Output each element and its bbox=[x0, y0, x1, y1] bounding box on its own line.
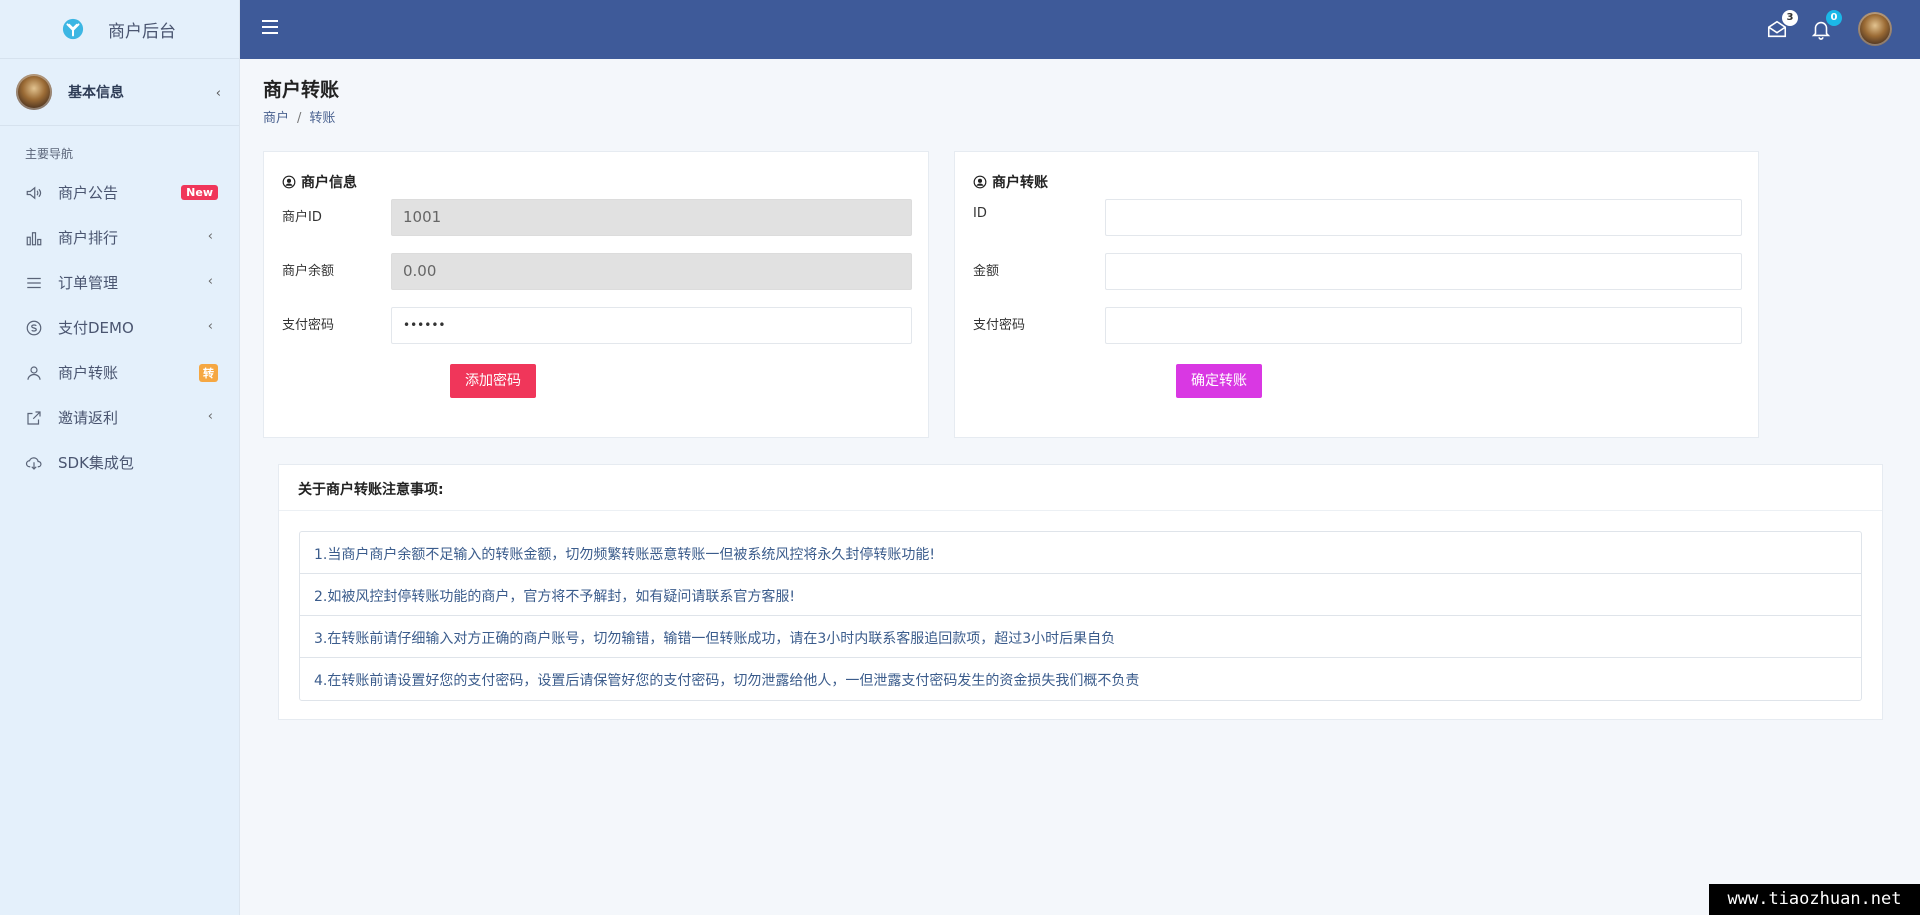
user-circle-icon bbox=[282, 175, 296, 189]
user-icon bbox=[24, 363, 44, 383]
breadcrumb-item: 转账 bbox=[309, 111, 336, 126]
avatar[interactable] bbox=[1858, 12, 1892, 46]
target-id-label: ID bbox=[973, 206, 987, 221]
card-title: 商户转账 bbox=[992, 175, 1048, 191]
list-item: 1.当商户商户余额不足输入的转账金额，切勿频繁转账恶意转账一但被系统风控将永久封… bbox=[300, 532, 1861, 574]
page-title: 商户转账 bbox=[263, 79, 340, 101]
sidebar-item-label: SDK集成包 bbox=[58, 454, 134, 472]
chevron-left-icon: ‹ bbox=[207, 319, 213, 334]
breadcrumb-item[interactable]: 商户 bbox=[263, 111, 289, 126]
notice-list: 1.当商户商户余额不足输入的转账金额，切勿频繁转账恶意转账一但被系统风控将永久封… bbox=[299, 531, 1862, 701]
sidebar-item-label: 商户转账 bbox=[58, 364, 119, 382]
merchant-balance-field: 0.00 bbox=[391, 253, 912, 290]
merchant-id-label: 商户ID bbox=[282, 210, 322, 225]
pay-password-input[interactable] bbox=[1105, 307, 1742, 344]
list-item: 4.在转账前请设置好您的支付密码，设置后请保管好您的支付密码，切勿泄露给他人，一… bbox=[314, 673, 1140, 689]
sidebar: 商户后台 基本信息 ‹ 主要导航 商户公告 New 商户排行 ‹ 订单管理 ‹ … bbox=[0, 0, 240, 915]
pay-password-label: 支付密码 bbox=[973, 318, 1026, 333]
sidebar-item-label: 订单管理 bbox=[58, 274, 119, 292]
sidebar-item-pay-demo[interactable]: 支付DEMO ‹ bbox=[0, 305, 239, 350]
chevron-left-icon: ‹ bbox=[215, 86, 221, 101]
brand-logo-icon bbox=[62, 18, 84, 40]
avatar bbox=[16, 74, 52, 110]
list-item: 2.如被风控封停转账功能的商户，官方将不予解封，如有疑问请联系官方客服! bbox=[300, 574, 1861, 616]
sidebar-item-ranking[interactable]: 商户排行 ‹ bbox=[0, 215, 239, 260]
user-circle-icon bbox=[973, 175, 987, 189]
chevron-left-icon: ‹ bbox=[207, 274, 213, 289]
watermark: www.tiaozhuan.net bbox=[1709, 884, 1920, 915]
card-title: 商户信息 bbox=[301, 175, 357, 191]
topbar: 3 0 bbox=[240, 0, 1920, 59]
pay-password-input[interactable]: •••••• bbox=[391, 307, 912, 344]
breadcrumb: 商户 / 转账 bbox=[263, 111, 336, 126]
sidebar-item-label: 邀请返利 bbox=[58, 409, 119, 427]
sidebar-item-label: 商户公告 bbox=[58, 184, 119, 202]
pay-password-label: 支付密码 bbox=[282, 318, 335, 333]
skype-icon bbox=[24, 318, 44, 338]
merchant-id-field: 1001 bbox=[391, 199, 912, 236]
transfer-badge: 转 bbox=[199, 364, 218, 382]
list-item: 3.在转账前请仔细输入对方正确的商户账号，切勿输错，输错一但转账成功，请在3小时… bbox=[300, 616, 1861, 658]
list-icon bbox=[24, 273, 44, 293]
sidebar-item-label: 商户排行 bbox=[58, 229, 119, 247]
chevron-left-icon: ‹ bbox=[207, 409, 213, 424]
add-password-button[interactable]: 添加密码 bbox=[450, 364, 536, 398]
mail-icon[interactable]: 3 bbox=[1766, 10, 1798, 42]
new-badge: New bbox=[181, 185, 218, 200]
sidebar-item-transfer[interactable]: 商户转账 转 bbox=[0, 350, 239, 395]
confirm-transfer-button[interactable]: 确定转账 bbox=[1176, 364, 1262, 398]
megaphone-icon bbox=[24, 183, 44, 203]
notice-card: 关于商户转账注意事项: 1.当商户商户余额不足输入的转账金额，切勿频繁转账恶意转… bbox=[278, 464, 1883, 720]
card-header: 商户转账 bbox=[973, 172, 1048, 192]
user-panel[interactable]: 基本信息 ‹ bbox=[0, 59, 239, 126]
cloud-download-icon bbox=[24, 453, 44, 473]
chevron-left-icon: ‹ bbox=[207, 229, 213, 244]
brand[interactable]: 商户后台 bbox=[0, 0, 239, 59]
menu-toggle-icon[interactable] bbox=[262, 20, 278, 34]
merchant-info-card: 商户信息 商户ID 1001 商户余额 0.00 支付密码 •••••• 添加密… bbox=[263, 151, 929, 438]
sidebar-item-referral[interactable]: 邀请返利 ‹ bbox=[0, 395, 239, 440]
bell-count-badge: 0 bbox=[1826, 10, 1842, 26]
sidebar-item-announcement[interactable]: 商户公告 New bbox=[0, 170, 239, 215]
sidebar-item-sdk[interactable]: SDK集成包 bbox=[0, 440, 239, 485]
nav-section-title: 主要导航 bbox=[25, 147, 74, 161]
merchant-balance-label: 商户余额 bbox=[282, 264, 335, 279]
card-header: 商户信息 bbox=[282, 172, 357, 192]
share-icon bbox=[24, 408, 44, 428]
sidebar-item-orders[interactable]: 订单管理 ‹ bbox=[0, 260, 239, 305]
amount-label: 金额 bbox=[973, 264, 1000, 279]
amount-input[interactable] bbox=[1105, 253, 1742, 290]
bell-icon[interactable]: 0 bbox=[1810, 10, 1842, 42]
sidebar-item-label: 支付DEMO bbox=[58, 319, 134, 337]
bar-chart-icon bbox=[24, 228, 44, 248]
user-panel-label: 基本信息 bbox=[68, 85, 124, 101]
target-id-input[interactable] bbox=[1105, 199, 1742, 236]
brand-name: 商户后台 bbox=[108, 21, 176, 42]
transfer-card: 商户转账 ID 金额 支付密码 确定转账 bbox=[954, 151, 1759, 438]
mail-count-badge: 3 bbox=[1782, 10, 1798, 26]
notice-title: 关于商户转账注意事项: bbox=[279, 465, 1882, 511]
